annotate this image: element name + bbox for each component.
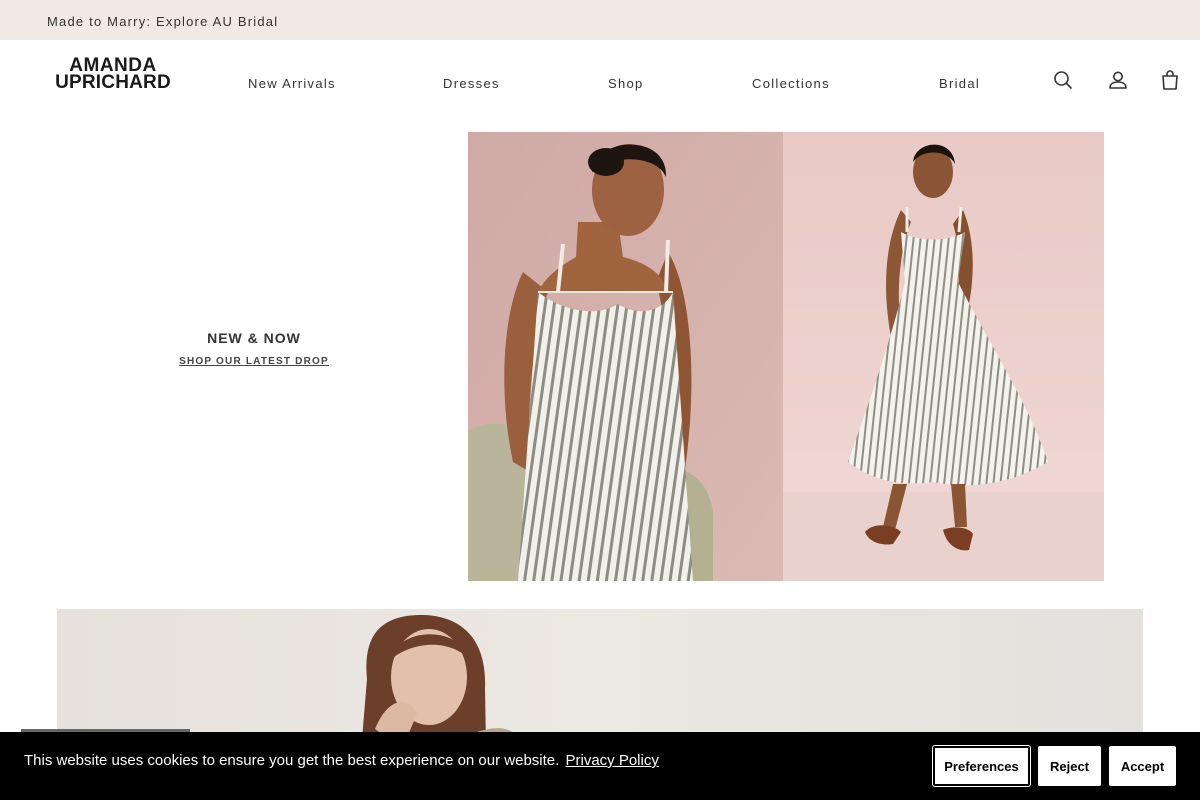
announcement-bar: Made to Marry: Explore AU Bridal <box>0 0 1200 40</box>
nav-new-arrivals[interactable]: New Arrivals <box>248 76 336 91</box>
account-icon[interactable] <box>1106 68 1130 92</box>
cookie-preferences-button[interactable]: Preferences <box>932 745 1031 787</box>
logo-line-2: UPRICHARD <box>55 72 171 93</box>
nav-shop[interactable]: Shop <box>608 76 644 91</box>
hero-image-right[interactable] <box>783 132 1104 581</box>
cookie-message: This website uses cookies to ensure you … <box>24 752 560 769</box>
privacy-policy-link[interactable]: Privacy Policy <box>565 752 658 769</box>
hero-image-left[interactable] <box>468 132 783 581</box>
cookie-accept-button[interactable]: Accept <box>1109 746 1176 786</box>
search-icon[interactable] <box>1051 68 1075 92</box>
nav-collections[interactable]: Collections <box>752 76 830 91</box>
hero-title: NEW & NOW <box>207 330 301 346</box>
nav-bridal[interactable]: Bridal <box>939 76 980 91</box>
brand-logo[interactable]: AMANDA UPRICHARD <box>47 56 179 93</box>
cookie-reject-button[interactable]: Reject <box>1038 746 1101 786</box>
site-header: AMANDA UPRICHARD New Arrivals Dresses Sh… <box>0 40 1200 120</box>
announcement-link[interactable]: Made to Marry: Explore AU Bridal <box>47 14 278 29</box>
cart-icon[interactable] <box>1158 68 1182 92</box>
hero-text-block: NEW & NOW SHOP OUR LATEST DROP <box>120 330 388 369</box>
cookie-banner: This website uses cookies to ensure you … <box>0 732 1200 800</box>
nav-dresses[interactable]: Dresses <box>443 76 500 91</box>
hero-cta-link[interactable]: SHOP OUR LATEST DROP <box>179 356 329 367</box>
cookie-message-wrapper: This website uses cookies to ensure you … <box>24 752 659 769</box>
